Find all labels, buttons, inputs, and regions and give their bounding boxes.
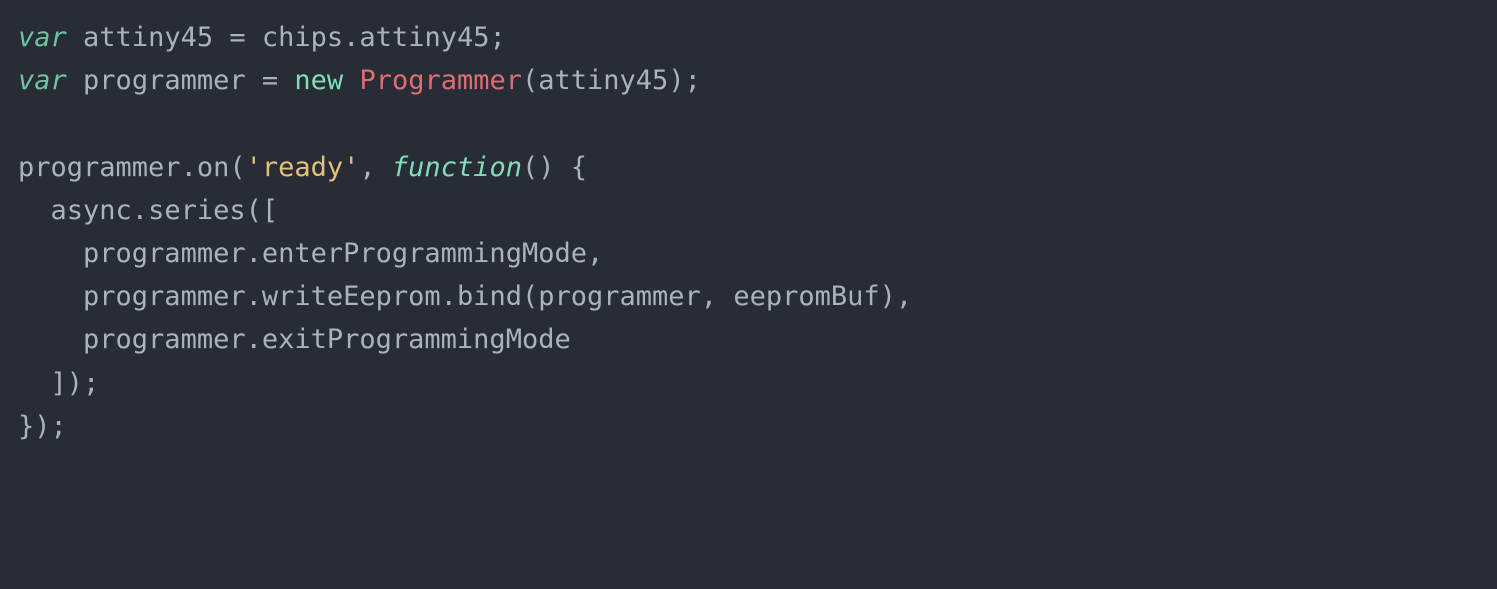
- semicolon: ;: [489, 22, 505, 53]
- code-line-7: programmer.writeEeprom.bind(programmer, …: [18, 281, 912, 312]
- dot: .: [343, 22, 359, 53]
- dot: .: [132, 195, 148, 226]
- code-line-9: ]);: [18, 368, 99, 399]
- identifier: programmer: [83, 281, 246, 312]
- operator-equals: =: [246, 65, 295, 96]
- dot: .: [246, 238, 262, 269]
- identifier: attiny45: [538, 65, 668, 96]
- code-line-5: async.series([: [18, 195, 278, 226]
- keyword-var: var: [18, 65, 67, 96]
- method: series: [148, 195, 246, 226]
- keyword-var: var: [18, 22, 67, 53]
- bracket-close: ]);: [18, 368, 99, 399]
- identifier: programmer: [83, 238, 246, 269]
- dot: .: [246, 324, 262, 355]
- code-line-8: programmer.exitProgrammingMode: [18, 324, 571, 355]
- fn-signature: () {: [522, 152, 587, 183]
- keyword-function: function: [392, 152, 522, 183]
- paren-open: (: [522, 281, 538, 312]
- code-line-6: programmer.enterProgrammingMode,: [18, 238, 603, 269]
- identifier: programmer: [83, 65, 246, 96]
- identifier: programmer: [18, 152, 181, 183]
- method: bind: [457, 281, 522, 312]
- comma: ,: [896, 281, 912, 312]
- dot: .: [246, 281, 262, 312]
- code-block: var attiny45 = chips.attiny45; var progr…: [0, 0, 1497, 464]
- operator-equals: =: [213, 22, 262, 53]
- identifier: programmer: [83, 324, 246, 355]
- code-line-2: var programmer = new Programmer(attiny45…: [18, 65, 701, 96]
- property: writeEeprom: [262, 281, 441, 312]
- paren-close: ): [668, 65, 684, 96]
- identifier: eepromBuf: [733, 281, 879, 312]
- block-close: });: [18, 411, 67, 442]
- identifier: programmer: [538, 281, 701, 312]
- comma: ,: [587, 238, 603, 269]
- paren-close: ): [880, 281, 896, 312]
- semicolon: ;: [685, 65, 701, 96]
- identifier: chips: [262, 22, 343, 53]
- property: attiny45: [359, 22, 489, 53]
- comma: ,: [701, 281, 734, 312]
- method: on: [197, 152, 230, 183]
- code-line-10: });: [18, 411, 67, 442]
- comma: ,: [359, 152, 392, 183]
- dot: .: [441, 281, 457, 312]
- property: exitProgrammingMode: [262, 324, 571, 355]
- paren-open: (: [229, 152, 245, 183]
- dot: .: [181, 152, 197, 183]
- property: enterProgrammingMode: [262, 238, 587, 269]
- identifier: attiny45: [83, 22, 213, 53]
- identifier: async: [51, 195, 132, 226]
- class-name: Programmer: [359, 65, 522, 96]
- bracket-open: ([: [246, 195, 279, 226]
- keyword-new: new: [294, 65, 343, 96]
- code-line-1: var attiny45 = chips.attiny45;: [18, 22, 506, 53]
- code-line-4: programmer.on('ready', function() {: [18, 152, 587, 183]
- string-literal: 'ready': [246, 152, 360, 183]
- paren-open: (: [522, 65, 538, 96]
